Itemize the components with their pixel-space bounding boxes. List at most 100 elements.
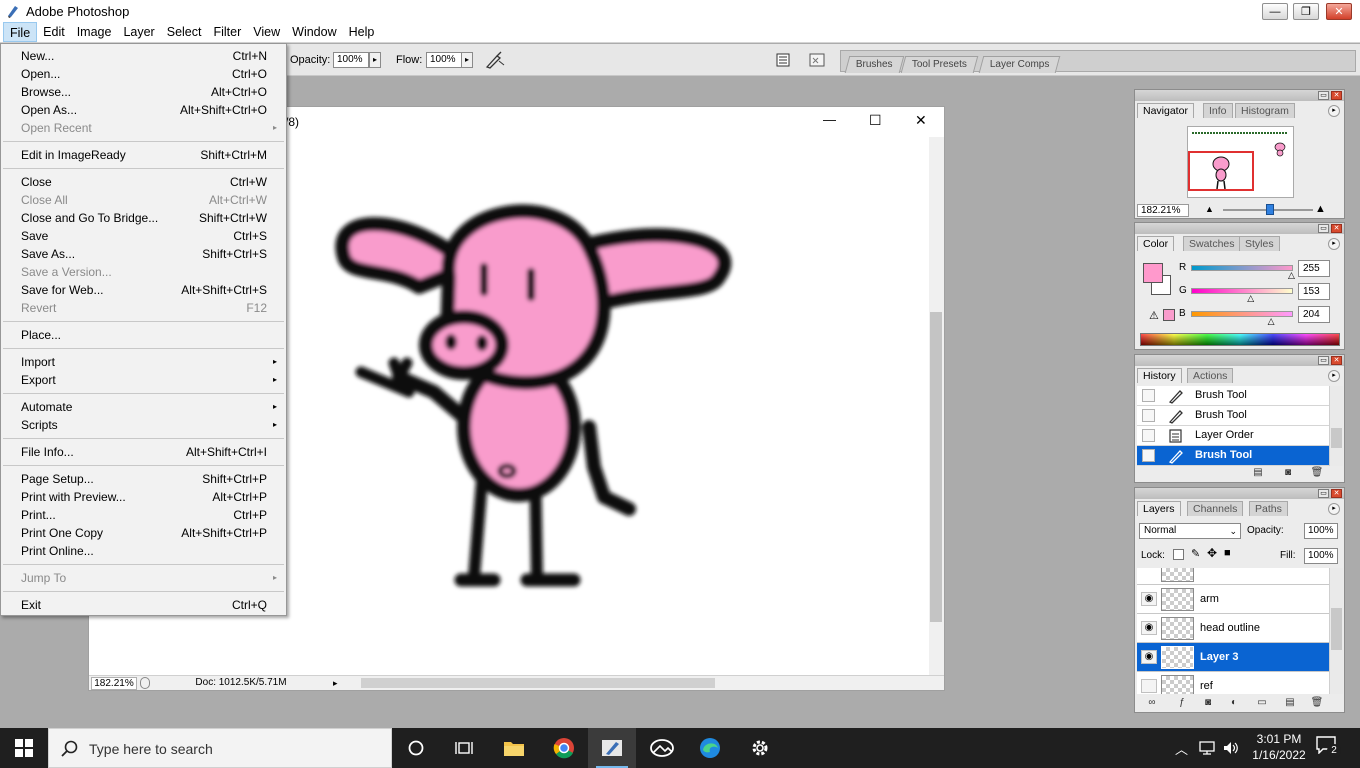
- channel-r-value[interactable]: 255: [1298, 260, 1330, 277]
- photos-icon[interactable]: [638, 728, 686, 768]
- document-vertical-scrollbar[interactable]: [929, 137, 944, 677]
- layer-row[interactable]: ◉ Layer 3: [1137, 643, 1330, 672]
- lock-position-icon[interactable]: ✥: [1207, 546, 1217, 560]
- new-group-icon[interactable]: ▭: [1255, 697, 1269, 709]
- vertical-scroll-thumb[interactable]: [930, 312, 942, 622]
- navigator-zoom-thumb[interactable]: [1266, 204, 1274, 215]
- flow-dropdown-arrow[interactable]: ▸: [461, 52, 473, 68]
- palette-close-button[interactable]: ✕: [1331, 356, 1342, 365]
- gamut-color-swatch[interactable]: [1163, 309, 1175, 321]
- palette-toggle-icon[interactable]: [808, 51, 828, 69]
- zoom-out-icon[interactable]: ▲: [1205, 204, 1214, 214]
- history-scrollbar[interactable]: [1329, 386, 1343, 466]
- menu-window[interactable]: Window: [286, 22, 342, 42]
- restore-button[interactable]: ❐: [1293, 3, 1319, 20]
- edge-icon[interactable]: [686, 728, 734, 768]
- tab-styles[interactable]: Styles: [1239, 236, 1280, 251]
- file-menu-item[interactable]: Save Ctrl+S: [2, 227, 285, 245]
- file-browser-icon[interactable]: [775, 52, 791, 68]
- status-menu-icon[interactable]: [140, 677, 150, 689]
- file-menu-item[interactable]: New... Ctrl+N: [2, 47, 285, 65]
- file-menu-item[interactable]: Print One Copy Alt+Shift+Ctrl+P: [2, 524, 285, 542]
- doc-maximize-button[interactable]: ☐: [869, 112, 882, 129]
- menu-filter[interactable]: Filter: [207, 22, 247, 42]
- channel-b-slider[interactable]: [1191, 311, 1293, 317]
- tab-channels[interactable]: Channels: [1187, 501, 1244, 516]
- layer-row[interactable]: ref: [1137, 672, 1330, 694]
- zoom-in-icon[interactable]: ▲: [1315, 203, 1326, 215]
- channel-g-slider[interactable]: [1191, 288, 1293, 294]
- tab-history[interactable]: History: [1137, 368, 1182, 383]
- history-state[interactable]: Brush Tool: [1137, 406, 1330, 426]
- palette-title-bar[interactable]: ▭ ✕: [1135, 355, 1344, 366]
- task-view-icon[interactable]: [440, 728, 488, 768]
- tab-navigator[interactable]: Navigator: [1137, 103, 1194, 118]
- history-state[interactable]: Brush Tool: [1137, 386, 1330, 406]
- lock-transparency-icon[interactable]: [1173, 549, 1184, 560]
- fill-field[interactable]: 100%: [1304, 548, 1338, 564]
- horizontal-scroll-thumb[interactable]: [361, 678, 715, 688]
- opacity-dropdown-arrow[interactable]: ▸: [369, 52, 381, 68]
- layer-style-icon[interactable]: ƒ: [1175, 697, 1189, 709]
- tab-histogram[interactable]: Histogram: [1235, 103, 1295, 118]
- channel-r-thumb[interactable]: △: [1288, 270, 1295, 281]
- file-menu-item[interactable]: Browse... Alt+Ctrl+O: [2, 83, 285, 101]
- channel-g-value[interactable]: 153: [1298, 283, 1330, 300]
- layer-visibility-eye-icon[interactable]: ◉: [1141, 592, 1157, 606]
- file-menu-item[interactable]: Close and Go To Bridge... Shift+Ctrl+W: [2, 209, 285, 227]
- lock-all-icon[interactable]: ■: [1224, 547, 1231, 559]
- file-menu-item[interactable]: Print with Preview... Alt+Ctrl+P: [2, 488, 285, 506]
- palette-minimize-button[interactable]: ▭: [1318, 224, 1329, 233]
- file-menu-item[interactable]: Open As... Alt+Shift+Ctrl+O: [2, 101, 285, 119]
- palette-minimize-button[interactable]: ▭: [1318, 356, 1329, 365]
- new-document-from-state-icon[interactable]: ▤: [1251, 467, 1265, 479]
- color-menu-button[interactable]: ▸: [1328, 238, 1340, 250]
- cortana-icon[interactable]: [392, 728, 440, 768]
- menu-select[interactable]: Select: [161, 22, 208, 42]
- palette-minimize-button[interactable]: ▭: [1318, 91, 1329, 100]
- file-menu-item[interactable]: Print... Ctrl+P: [2, 506, 285, 524]
- airbrush-icon[interactable]: [484, 50, 506, 70]
- color-ramp[interactable]: [1140, 333, 1340, 346]
- doc-close-button[interactable]: ✕: [915, 112, 927, 129]
- history-state[interactable]: Layer Order: [1137, 426, 1330, 446]
- menu-image[interactable]: Image: [71, 22, 118, 42]
- palette-close-button[interactable]: ✕: [1331, 224, 1342, 233]
- menu-edit[interactable]: Edit: [37, 22, 71, 42]
- volume-icon[interactable]: [1222, 740, 1240, 756]
- close-button[interactable]: ✕: [1326, 3, 1352, 20]
- layer-visibility-eye-icon[interactable]: [1141, 679, 1157, 693]
- palette-close-button[interactable]: ✕: [1331, 91, 1342, 100]
- navigator-zoom-field[interactable]: 182.21%: [1137, 204, 1189, 217]
- file-menu-item[interactable]: Export ▸: [2, 371, 285, 389]
- zoom-level-field[interactable]: 182.21%: [91, 677, 137, 690]
- tab-layers[interactable]: Layers: [1137, 501, 1181, 516]
- layer-row-partial[interactable]: [1137, 568, 1330, 585]
- lock-image-icon[interactable]: ✎: [1191, 547, 1200, 560]
- well-tab-layer-comps[interactable]: Layer Comps: [978, 56, 1061, 73]
- notifications-button[interactable]: 2: [1316, 736, 1344, 760]
- blend-mode-select[interactable]: Normal ⌄: [1139, 523, 1241, 539]
- file-menu-item[interactable]: Page Setup... Shift+Ctrl+P: [2, 470, 285, 488]
- minimize-button[interactable]: —: [1262, 3, 1288, 20]
- history-menu-button[interactable]: ▸: [1328, 370, 1340, 382]
- settings-icon[interactable]: [736, 728, 784, 768]
- channel-r-slider[interactable]: [1191, 265, 1293, 271]
- history-state[interactable]: Brush Tool: [1137, 446, 1330, 466]
- new-layer-icon[interactable]: ▤: [1283, 697, 1297, 709]
- doc-minimize-button[interactable]: —: [823, 112, 836, 127]
- taskbar-search-box[interactable]: Type here to search: [48, 728, 392, 768]
- file-menu-item[interactable]: Close Ctrl+W: [2, 173, 285, 191]
- file-menu-item[interactable]: Open... Ctrl+O: [2, 65, 285, 83]
- layer-name[interactable]: head outline: [1200, 622, 1260, 634]
- photoshop-taskbar-icon[interactable]: [588, 728, 636, 768]
- layer-name[interactable]: ref: [1200, 680, 1213, 692]
- file-menu-item[interactable]: Save for Web... Alt+Shift+Ctrl+S: [2, 281, 285, 299]
- layer-mask-icon[interactable]: ◙: [1201, 697, 1215, 709]
- palette-title-bar[interactable]: ▭ ✕: [1135, 90, 1344, 101]
- layer-name[interactable]: arm: [1200, 593, 1219, 605]
- chrome-icon[interactable]: [540, 728, 588, 768]
- file-menu-item[interactable]: Import ▸: [2, 353, 285, 371]
- history-scroll-thumb[interactable]: [1331, 428, 1342, 448]
- channel-b-value[interactable]: 204: [1298, 306, 1330, 323]
